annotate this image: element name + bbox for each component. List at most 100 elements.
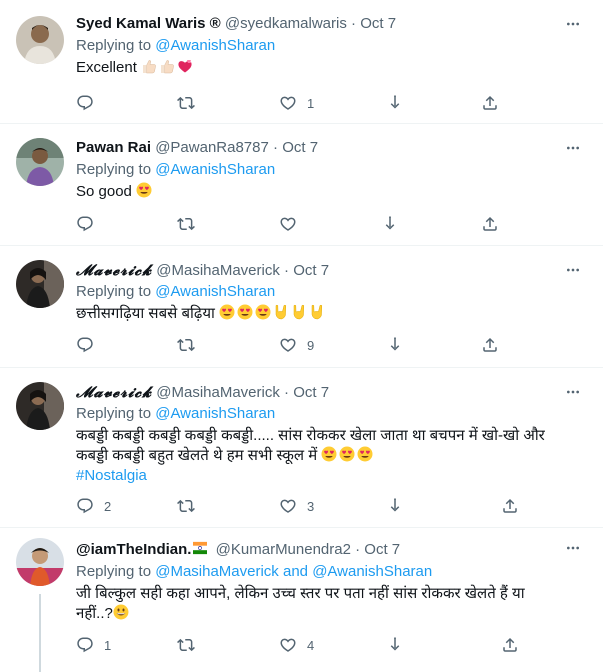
replying-label: Replying to <box>76 563 156 580</box>
timestamp[interactable]: Oct 7 <box>364 541 400 558</box>
like-button[interactable]: 4 <box>279 635 314 655</box>
replying-to: Replying to @MasihaMaverick and @Awanish… <box>76 562 587 582</box>
more-options-icon[interactable] <box>563 140 583 156</box>
replying-to: Replying to @AwanishSharan <box>76 36 587 56</box>
download-button[interactable] <box>386 635 404 655</box>
more-options-icon[interactable] <box>563 384 583 400</box>
reply-button[interactable] <box>76 335 104 355</box>
timestamp[interactable]: Oct 7 <box>360 15 396 32</box>
rock-hand-icon <box>309 304 325 320</box>
author-name[interactable]: Syed Kamal Waris ® <box>76 15 221 32</box>
share-button[interactable] <box>481 93 499 113</box>
timestamp[interactable]: Oct 7 <box>293 384 329 401</box>
download-button[interactable] <box>386 496 404 516</box>
avatar[interactable] <box>16 382 64 430</box>
like-icon <box>279 497 297 515</box>
reply-button[interactable]: 2 <box>76 496 111 516</box>
retweet-icon <box>177 94 195 112</box>
like-button[interactable]: 9 <box>279 335 314 355</box>
thread-line <box>39 594 41 672</box>
avatar[interactable] <box>16 538 64 586</box>
replying-to-link[interactable]: @AwanishSharan <box>155 161 275 178</box>
replying-to-link[interactable]: @AwanishSharan <box>155 405 275 422</box>
like-count: 9 <box>307 337 315 353</box>
like-count: 4 <box>307 637 315 653</box>
separator-dot: · <box>273 139 279 156</box>
author-name[interactable]: 𝓜𝓪𝓿𝓮𝓻𝓲𝓬𝓴 <box>76 383 152 401</box>
retweet-button[interactable] <box>177 214 205 234</box>
more-options-icon[interactable] <box>563 262 583 278</box>
like-button[interactable]: 3 <box>279 496 314 516</box>
download-icon <box>381 215 399 233</box>
download-button[interactable] <box>386 93 404 113</box>
heart-eyes-icon <box>237 304 253 320</box>
tweet[interactable]: Syed Kamal Waris ® @syedkamalwaris · Oct… <box>0 0 603 124</box>
retweet-button[interactable] <box>177 496 205 516</box>
tweet[interactable]: @iamTheIndian. @KumarMunendra2 · Oct 7 R… <box>0 528 603 672</box>
heart-eyes-icon <box>339 446 355 462</box>
replying-to-link[interactable]: @MasihaMaverick <box>155 563 279 580</box>
reply-count: 1 <box>104 637 112 653</box>
share-button[interactable] <box>481 335 499 355</box>
share-icon <box>501 497 519 515</box>
tweet[interactable]: Pawan Rai @PawanRa8787 · Oct 7 Replying … <box>0 124 603 246</box>
author-name[interactable]: @iamTheIndian. <box>76 541 191 558</box>
reply-icon <box>76 215 94 233</box>
like-button[interactable] <box>279 214 307 234</box>
avatar[interactable] <box>16 16 64 64</box>
like-icon <box>279 336 297 354</box>
india-flag-icon <box>193 541 208 555</box>
replying-label: Replying to <box>76 405 156 422</box>
timestamp[interactable]: Oct 7 <box>282 139 318 156</box>
tweet-text: Excellent <box>76 58 587 78</box>
tweet-actions: 1 <box>76 93 506 113</box>
share-icon <box>501 636 519 654</box>
tweet-header: @iamTheIndian. @KumarMunendra2 · Oct 7 <box>76 540 587 560</box>
replying-to-link[interactable]: @AwanishSharan <box>312 563 432 580</box>
tweet-actions: 1 4 <box>76 635 506 655</box>
tweet-text-content: Excellent <box>76 59 137 76</box>
tweet[interactable]: 𝓜𝓪𝓿𝓮𝓻𝓲𝓬𝓴 @MasihaMaverick · Oct 7 Replyin… <box>0 246 603 368</box>
author-handle[interactable]: @KumarMunendra2 <box>216 541 351 558</box>
author-handle[interactable]: @syedkamalwaris <box>225 15 347 32</box>
author-handle[interactable]: @MasihaMaverick <box>156 384 280 401</box>
separator-dot: · <box>351 15 357 32</box>
download-icon <box>386 336 404 354</box>
grinning-face-icon <box>113 604 129 620</box>
avatar[interactable] <box>16 260 64 308</box>
reply-button[interactable] <box>76 214 104 234</box>
reply-button[interactable]: 1 <box>76 635 111 655</box>
download-button[interactable] <box>386 335 404 355</box>
share-button[interactable] <box>481 214 499 234</box>
more-options-icon[interactable] <box>563 540 583 556</box>
tweet-text: So good <box>76 182 587 202</box>
replying-to-link[interactable]: @AwanishSharan <box>155 283 275 300</box>
replying-to-link[interactable]: @AwanishSharan <box>155 37 275 54</box>
reply-icon <box>76 94 94 112</box>
share-button[interactable] <box>501 496 519 516</box>
author-name[interactable]: Pawan Rai <box>76 139 151 156</box>
tweet-text: जी बिल्कुल सही कहा आपने, लेकिन उच्च स्तर… <box>76 584 587 624</box>
share-button[interactable] <box>501 635 519 655</box>
hashtag-link[interactable]: #Nostalgia <box>76 466 587 486</box>
tweet-actions: 2 3 <box>76 496 506 516</box>
like-icon <box>279 94 297 112</box>
author-handle[interactable]: @PawanRa8787 <box>155 139 269 156</box>
timestamp[interactable]: Oct 7 <box>293 262 329 279</box>
avatar[interactable] <box>16 138 64 186</box>
retweet-button[interactable] <box>177 635 205 655</box>
author-handle[interactable]: @MasihaMaverick <box>156 262 280 279</box>
author-name[interactable]: 𝓜𝓪𝓿𝓮𝓻𝓲𝓬𝓴 <box>76 261 152 279</box>
reply-button[interactable] <box>76 93 104 113</box>
like-icon <box>279 215 297 233</box>
like-button[interactable]: 1 <box>279 93 314 113</box>
replying-to: Replying to @AwanishSharan <box>76 160 587 180</box>
more-options-icon[interactable] <box>563 16 583 32</box>
tweet-header: 𝓜𝓪𝓿𝓮𝓻𝓲𝓬𝓴 @MasihaMaverick · Oct 7 <box>76 382 587 402</box>
tweet-header: Syed Kamal Waris ® @syedkamalwaris · Oct… <box>76 14 587 34</box>
tweet[interactable]: 𝓜𝓪𝓿𝓮𝓻𝓲𝓬𝓴 @MasihaMaverick · Oct 7 Replyin… <box>0 368 603 528</box>
retweet-icon <box>177 636 195 654</box>
retweet-button[interactable] <box>177 93 205 113</box>
retweet-button[interactable] <box>177 335 205 355</box>
download-button[interactable] <box>381 214 399 234</box>
